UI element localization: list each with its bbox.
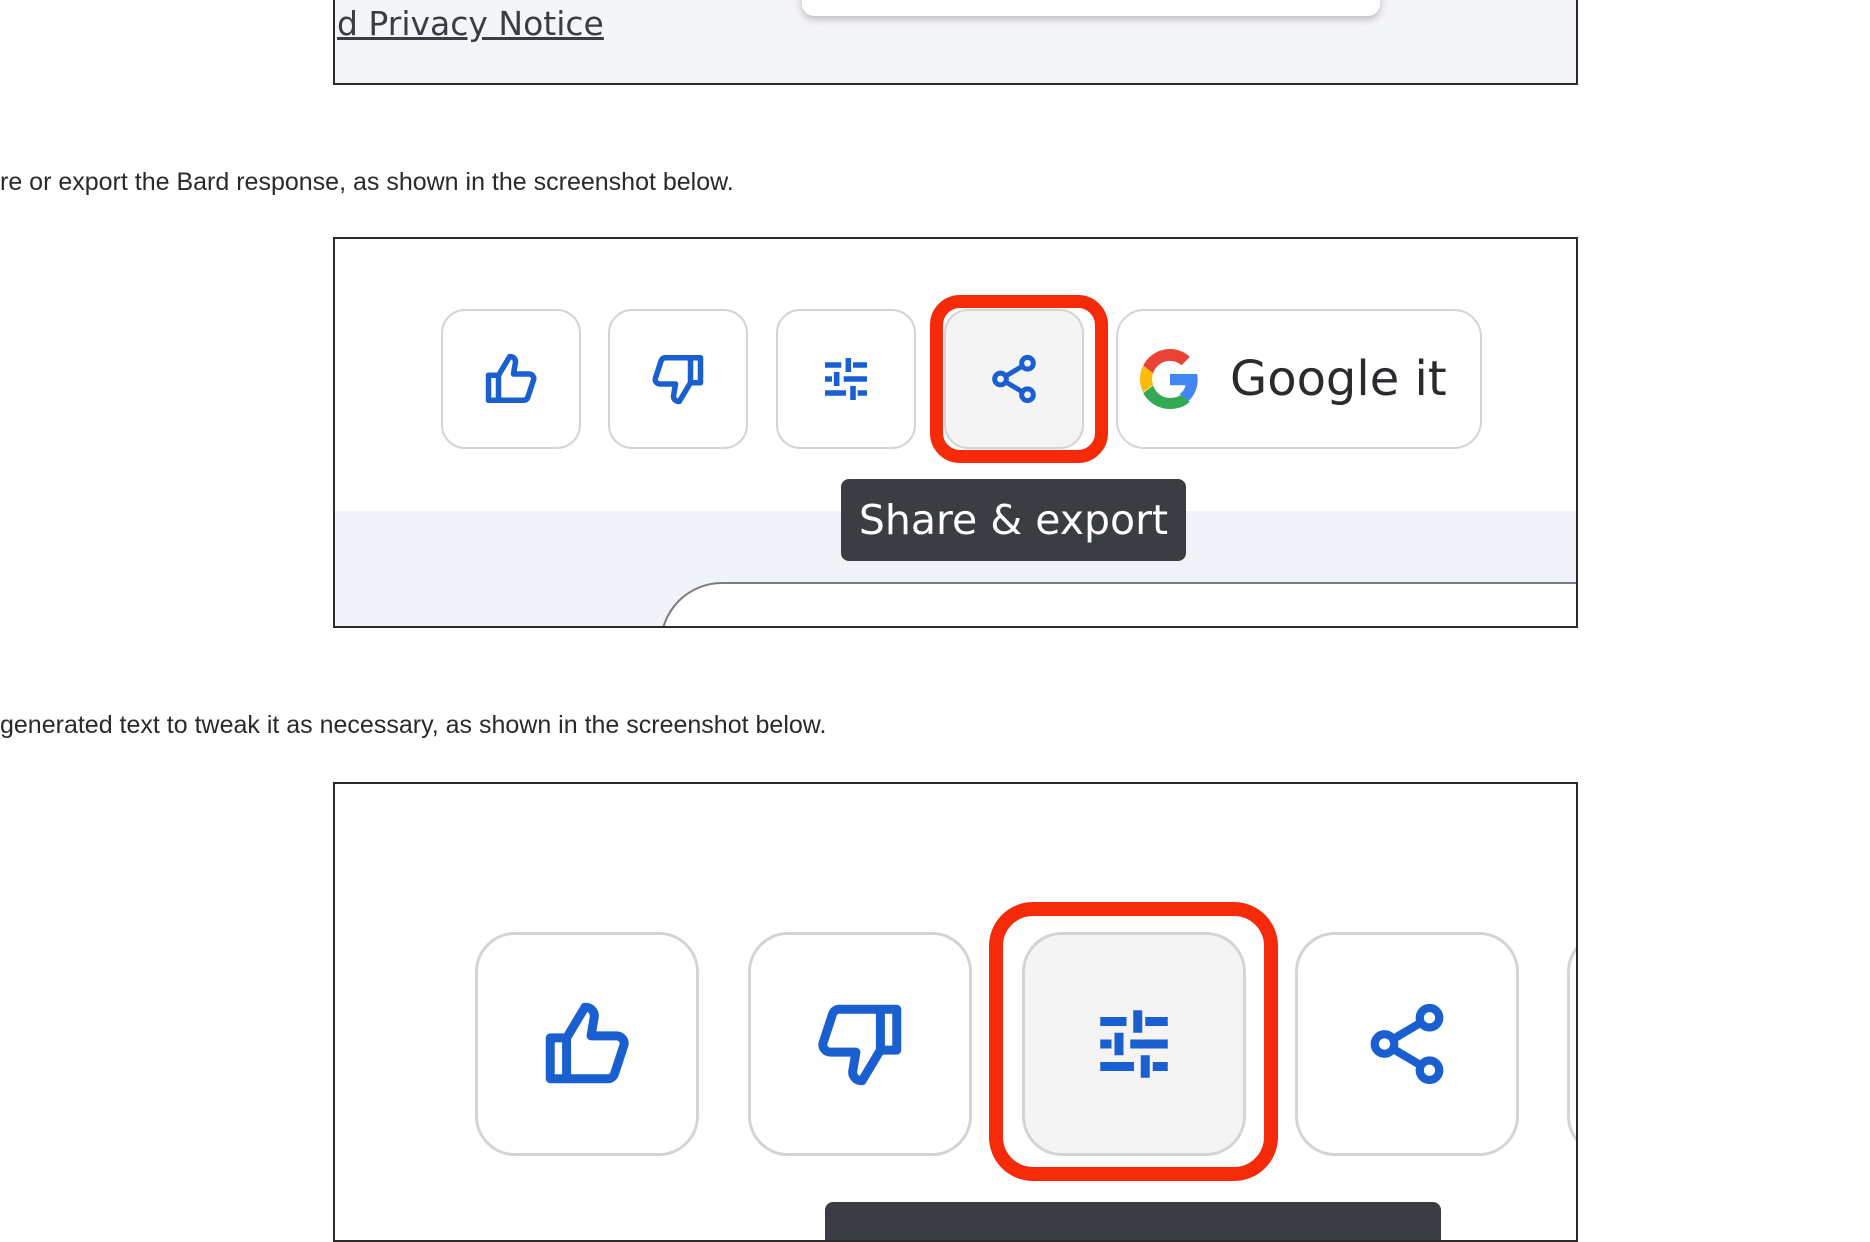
- modify-response-button[interactable]: [776, 309, 916, 449]
- thumbs-down-button[interactable]: [748, 932, 972, 1156]
- share-button[interactable]: [1295, 932, 1519, 1156]
- thumbs-up-button[interactable]: [475, 932, 699, 1156]
- thumbs-up-icon: [485, 353, 537, 403]
- body-paragraph: re or export the Bard response, as shown…: [0, 168, 734, 196]
- google-it-label: Google it: [1230, 351, 1447, 407]
- thumbs-down-icon: [818, 1004, 902, 1086]
- google-it-button[interactable]: Google it: [1116, 309, 1482, 449]
- share-highlight-box: [930, 295, 1108, 463]
- thumbs-up-button[interactable]: [441, 309, 581, 449]
- modify-response-tooltip: [825, 1202, 1441, 1240]
- google-g-icon: [1140, 349, 1198, 409]
- screenshot-top: d Privacy Notice: [333, 0, 1578, 85]
- thumbs-down-icon: [652, 355, 704, 405]
- body-paragraph: generated text to tweak it as necessary,…: [0, 711, 827, 739]
- modify-highlight-box: [989, 902, 1278, 1181]
- thumbs-up-icon: [545, 1002, 629, 1084]
- share-export-tooltip: Share & export: [841, 479, 1186, 561]
- thumbs-down-button[interactable]: [608, 309, 748, 449]
- privacy-notice-link[interactable]: d Privacy Notice: [337, 4, 604, 43]
- share-icon: [1370, 1003, 1444, 1085]
- next-button-partial[interactable]: [1567, 932, 1576, 1156]
- dialog-card: [802, 0, 1380, 16]
- tune-icon: [825, 358, 867, 400]
- screenshot-share-export: Google it Share & export: [333, 237, 1578, 628]
- screenshot-modify-response: [333, 782, 1578, 1242]
- prompt-input-outline: [660, 582, 1576, 626]
